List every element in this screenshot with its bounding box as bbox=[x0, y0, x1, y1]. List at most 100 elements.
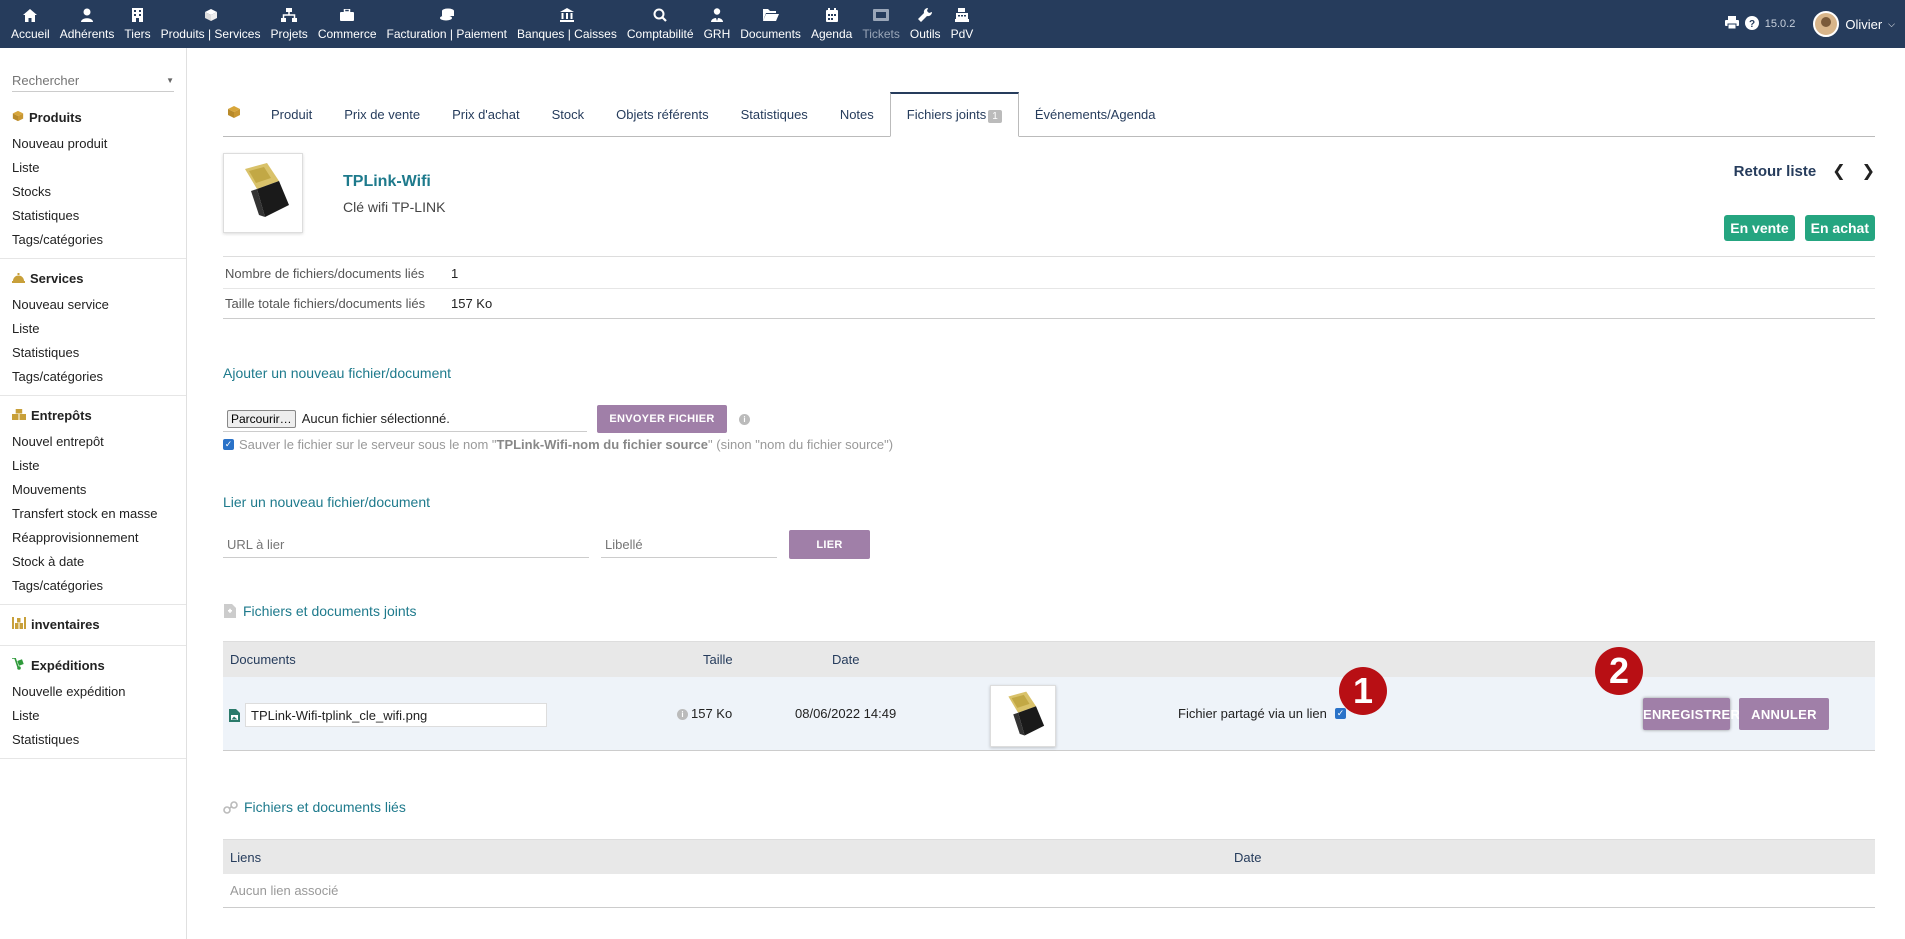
sidebar-block-exp-ditions: Expéditions Nouvelle expédition Liste Stati… bbox=[0, 657, 186, 759]
filename-input[interactable] bbox=[245, 703, 547, 727]
coins-icon bbox=[439, 7, 455, 23]
column-date[interactable]: Date bbox=[832, 652, 859, 667]
share-checkbox[interactable]: ✓ bbox=[1335, 708, 1346, 719]
sidebar-item[interactable]: Nouvelle expédition bbox=[12, 680, 174, 704]
column-documents[interactable]: Documents bbox=[230, 652, 296, 667]
tab-statistiques[interactable]: Statistiques bbox=[725, 93, 824, 136]
chevron-down-icon[interactable]: ⌵ bbox=[1888, 19, 1895, 30]
username[interactable]: Olivier bbox=[1845, 17, 1882, 32]
save-button[interactable]: ENREGISTRER bbox=[1643, 698, 1740, 730]
tab-produit[interactable]: Produit bbox=[255, 93, 328, 136]
topmenu-item-accueil[interactable]: Accueil bbox=[6, 0, 55, 48]
back-to-list-link[interactable]: Retour liste bbox=[1734, 163, 1817, 180]
sidebar-item[interactable]: Liste bbox=[12, 454, 174, 478]
topmenu-item-comptabilit-[interactable]: Comptabilité bbox=[622, 0, 699, 48]
topmenu-item-facturation-paiement[interactable]: Facturation | Paiement bbox=[382, 0, 513, 48]
print-icon[interactable] bbox=[1724, 16, 1739, 32]
cancel-button[interactable]: ANNULER bbox=[1739, 698, 1829, 730]
sidebar-item[interactable]: Stock à date bbox=[12, 550, 174, 574]
sidebar-section-label: Services bbox=[30, 271, 84, 286]
tab-notes[interactable]: Notes bbox=[824, 93, 890, 136]
cube-icon bbox=[12, 110, 24, 125]
sidebar-item[interactable]: Liste bbox=[12, 156, 174, 180]
topmenu-item-pdv[interactable]: PdV bbox=[946, 0, 979, 48]
boxes-icon bbox=[12, 408, 26, 423]
sitemap-icon bbox=[281, 7, 298, 23]
tab-prix-d-achat[interactable]: Prix d'achat bbox=[436, 93, 536, 136]
user-icon bbox=[79, 7, 95, 23]
column-size[interactable]: Taille bbox=[703, 652, 733, 667]
file-thumbnail[interactable] bbox=[990, 685, 1056, 747]
chevron-down-icon[interactable]: ▼ bbox=[166, 76, 174, 85]
sidebar-item[interactable]: Statistiques bbox=[12, 204, 174, 228]
cube-icon bbox=[228, 106, 240, 118]
topmenu-item-banques-caisses[interactable]: Banques | Caisses bbox=[512, 0, 622, 48]
sidebar-item[interactable]: Tags/catégories bbox=[12, 365, 174, 389]
sidebar-section-title[interactable]: Entrepôts bbox=[12, 408, 174, 423]
topmenu-item-outils[interactable]: Outils bbox=[905, 0, 946, 48]
share-label: Fichier partagé via un lien bbox=[1178, 706, 1327, 721]
sidebar-item[interactable]: Nouveau produit bbox=[12, 132, 174, 156]
sidebar-item[interactable]: Liste bbox=[12, 317, 174, 341]
topmenu-item-grh[interactable]: GRH bbox=[699, 0, 736, 48]
sidebar-item[interactable]: Tags/catégories bbox=[12, 574, 174, 598]
sidebar-item[interactable]: Liste bbox=[12, 704, 174, 728]
topmenu-item-tiers[interactable]: Tiers bbox=[119, 0, 155, 48]
sidebar-section-title[interactable]: Expéditions bbox=[12, 657, 174, 673]
sidebar-section-label: Produits bbox=[29, 110, 82, 125]
sidebar-item[interactable]: Mouvements bbox=[12, 478, 174, 502]
topmenu-item-agenda[interactable]: Agenda bbox=[806, 0, 857, 48]
topmenu-label: Comptabilité bbox=[626, 27, 694, 41]
link-label-input[interactable] bbox=[601, 531, 777, 558]
attached-section: Fichiers et documents joints Documents T… bbox=[223, 603, 1875, 751]
sidebar-section-title[interactable]: Services bbox=[12, 271, 174, 286]
tab-objets-r-f-rents[interactable]: Objets référents bbox=[600, 93, 725, 136]
sidebar-section-title[interactable]: inventaires bbox=[12, 617, 174, 632]
tab-label: Fichiers joints bbox=[906, 107, 987, 122]
tab-label: Prix d'achat bbox=[452, 107, 520, 122]
send-file-button[interactable]: ENVOYER FICHIER bbox=[597, 405, 727, 433]
sidebar-item[interactable]: Nouveau service bbox=[12, 293, 174, 317]
column-links[interactable]: Liens bbox=[230, 850, 261, 865]
previous-record-icon[interactable]: ❮ bbox=[1832, 161, 1845, 181]
sidebar-item[interactable]: Statistiques bbox=[12, 728, 174, 752]
topmenu-item-documents[interactable]: Documents bbox=[735, 0, 806, 48]
sidebar-item[interactable]: Tags/catégories bbox=[12, 228, 174, 252]
product-image[interactable] bbox=[223, 153, 303, 233]
tab--v-nements-agenda[interactable]: Événements/Agenda bbox=[1019, 93, 1172, 136]
help-icon[interactable]: ? bbox=[1744, 15, 1759, 33]
tab-stock[interactable]: Stock bbox=[536, 93, 601, 136]
folder-open-icon bbox=[762, 7, 779, 23]
tab-product-icon[interactable] bbox=[223, 93, 255, 136]
upload-title: Ajouter un nouveau fichier/document bbox=[223, 365, 452, 381]
topmenu-label: Banques | Caisses bbox=[517, 27, 617, 41]
tab-prix-de-vente[interactable]: Prix de vente bbox=[328, 93, 436, 136]
search-input[interactable] bbox=[12, 73, 162, 88]
next-record-icon[interactable]: ❯ bbox=[1862, 161, 1875, 181]
column-date[interactable]: Date bbox=[1234, 850, 1261, 865]
sidebar-section-title[interactable]: Produits bbox=[12, 110, 174, 125]
browse-button[interactable]: Parcourir… bbox=[227, 409, 296, 428]
link-button[interactable]: LIER bbox=[789, 530, 870, 559]
linked-title-row: Fichiers et documents liés bbox=[223, 799, 1875, 815]
topmenu-label: GRH bbox=[703, 27, 731, 41]
topmenu-item-produits-services[interactable]: Produits | Services bbox=[156, 0, 266, 48]
topmenu-item-commerce[interactable]: Commerce bbox=[313, 0, 382, 48]
sidebar-item[interactable]: Statistiques bbox=[12, 341, 174, 365]
sidebar-item[interactable]: Transfert stock en masse bbox=[12, 502, 174, 526]
topmenu-item-tickets[interactable]: Tickets bbox=[857, 0, 905, 48]
save-name-checkbox[interactable]: ✓ bbox=[223, 439, 234, 450]
sidebar-item[interactable]: Réapprovisionnement bbox=[12, 526, 174, 550]
sidebar-item[interactable]: Stocks bbox=[12, 180, 174, 204]
tab-fichiers-joints[interactable]: Fichiers joints 1 bbox=[889, 92, 1019, 137]
file-date: 08/06/2022 14:49 bbox=[795, 706, 897, 721]
sidebar-item[interactable]: Nouvel entrepôt bbox=[12, 430, 174, 454]
file-picker[interactable]: Parcourir… Aucun fichier sélectionné. bbox=[223, 406, 587, 432]
topmenu-item-projets[interactable]: Projets bbox=[265, 0, 312, 48]
url-input[interactable] bbox=[223, 531, 589, 558]
avatar[interactable] bbox=[1813, 11, 1840, 37]
topmenu-item-adh-rents[interactable]: Adhérents bbox=[55, 0, 120, 48]
no-file-text: Aucun fichier sélectionné. bbox=[301, 411, 450, 426]
topmenu-label: PdV bbox=[950, 27, 974, 41]
search-select[interactable]: ▼ bbox=[12, 70, 174, 92]
